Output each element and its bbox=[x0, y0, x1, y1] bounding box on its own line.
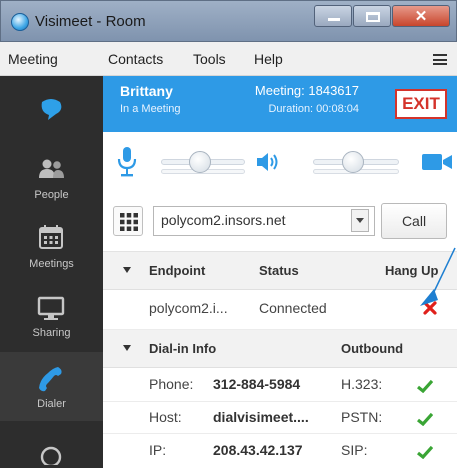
close-button[interactable]: ✕ bbox=[392, 5, 450, 27]
endpoint-section-header[interactable]: Endpoint Status Hang Up bbox=[103, 252, 457, 290]
column-hang-up: Hang Up bbox=[385, 263, 439, 278]
people-icon bbox=[39, 159, 64, 178]
nav-item-sharing[interactable]: Sharing bbox=[0, 283, 103, 352]
dialin-label: Host: bbox=[149, 409, 182, 425]
hamburger-menu-icon[interactable] bbox=[433, 54, 447, 65]
nav-label-sharing: Sharing bbox=[32, 327, 71, 339]
dialin-row-host: Host: dialvisimeet.... PSTN: bbox=[103, 402, 457, 434]
dial-row: polycom2.insors.net Call bbox=[103, 192, 457, 252]
collapse-caret-icon[interactable] bbox=[123, 267, 131, 273]
user-state: In a Meeting bbox=[120, 103, 181, 115]
dialin-section-header[interactable]: Dial-in Info Outbound bbox=[103, 330, 457, 368]
calendar-icon bbox=[39, 225, 63, 249]
nav-label-meetings: Meetings bbox=[29, 258, 74, 270]
dialin-label: Phone: bbox=[149, 376, 194, 392]
mic-volume-slider[interactable] bbox=[161, 151, 245, 174]
audio-controls bbox=[103, 132, 457, 192]
minimize-button[interactable] bbox=[314, 5, 352, 27]
side-navigation: People Meetings Sharing Dialer bbox=[0, 76, 103, 468]
mic-volume-knob[interactable] bbox=[189, 151, 211, 173]
maximize-icon bbox=[366, 12, 380, 22]
chat-bubble-icon bbox=[41, 99, 62, 120]
window-controls: ✕ bbox=[313, 5, 450, 27]
checkmark-icon bbox=[417, 445, 433, 459]
endpoint-status: Connected bbox=[259, 300, 327, 316]
keypad-button[interactable] bbox=[113, 206, 143, 236]
outbound-protocol: H.323: bbox=[341, 376, 383, 392]
minimize-icon bbox=[328, 18, 340, 21]
address-input[interactable]: polycom2.insors.net bbox=[153, 206, 375, 236]
dialin-label: IP: bbox=[149, 442, 167, 458]
endpoint-name: polycom2.i... bbox=[149, 300, 228, 316]
checkmark-icon bbox=[417, 412, 433, 426]
menu-meeting[interactable]: Meeting bbox=[8, 51, 58, 67]
meeting-id: Meeting: 1843617 bbox=[254, 83, 359, 98]
nav-item-meetings[interactable]: Meetings bbox=[0, 214, 103, 283]
nav-item-more[interactable] bbox=[0, 421, 103, 468]
window-title: Visimeet - Room bbox=[35, 13, 146, 30]
hang-up-x-icon[interactable] bbox=[423, 301, 437, 315]
user-name: Brittany bbox=[120, 83, 173, 99]
column-status: Status bbox=[259, 263, 299, 278]
menu-bar: Meeting Contacts Tools Help bbox=[0, 42, 457, 76]
speaker-icon[interactable] bbox=[255, 150, 281, 174]
dialin-host-value: dialvisimeet.... bbox=[213, 409, 309, 425]
checkmark-icon bbox=[417, 379, 433, 393]
nav-label-dialer: Dialer bbox=[37, 398, 66, 410]
address-dropdown-button[interactable] bbox=[351, 209, 369, 232]
menu-contacts[interactable]: Contacts bbox=[108, 51, 163, 67]
speaker-volume-slider[interactable] bbox=[313, 151, 399, 174]
visimeet-app-icon bbox=[11, 13, 29, 31]
column-outbound: Outbound bbox=[341, 341, 404, 356]
outbound-protocol: PSTN: bbox=[341, 409, 383, 425]
dialin-ip-value: 208.43.42.137 bbox=[213, 442, 303, 458]
nav-label-people: People bbox=[34, 189, 69, 201]
exit-button[interactable]: EXIT bbox=[395, 89, 447, 119]
call-button[interactable]: Call bbox=[381, 203, 447, 239]
nav-item-dialer[interactable]: Dialer bbox=[0, 352, 103, 421]
speaker-volume-knob[interactable] bbox=[342, 151, 364, 173]
column-endpoint: Endpoint bbox=[149, 263, 206, 278]
meeting-header: Brittany In a Meeting Meeting: 1843617 D… bbox=[103, 76, 457, 132]
microphone-icon[interactable] bbox=[117, 146, 137, 178]
nav-item-people[interactable]: People bbox=[0, 145, 103, 214]
outbound-protocol: SIP: bbox=[341, 442, 368, 458]
column-dialin-info: Dial-in Info bbox=[149, 341, 217, 356]
dialin-row-phone: Phone: 312-884-5984 H.323: bbox=[103, 368, 457, 402]
title-bar: Visimeet - Room ✕ bbox=[0, 0, 457, 42]
dialin-row-ip: IP: 208.43.42.137 SIP: bbox=[103, 434, 457, 468]
close-icon: ✕ bbox=[414, 8, 428, 25]
circle-icon bbox=[40, 446, 62, 465]
video-camera-icon[interactable] bbox=[421, 152, 453, 172]
maximize-button[interactable] bbox=[353, 5, 391, 27]
dialin-phone-value: 312-884-5984 bbox=[213, 376, 301, 392]
menu-tools[interactable]: Tools bbox=[193, 51, 226, 67]
keypad-grid-icon bbox=[120, 213, 138, 231]
phone-icon bbox=[39, 367, 62, 392]
collapse-caret-icon[interactable] bbox=[123, 345, 131, 351]
nav-item-chat[interactable] bbox=[0, 76, 103, 145]
monitor-icon bbox=[37, 296, 65, 320]
meeting-duration: Duration: 00:08:04 bbox=[268, 103, 359, 115]
menu-help[interactable]: Help bbox=[254, 51, 283, 67]
endpoint-row: polycom2.i... Connected bbox=[103, 290, 457, 330]
